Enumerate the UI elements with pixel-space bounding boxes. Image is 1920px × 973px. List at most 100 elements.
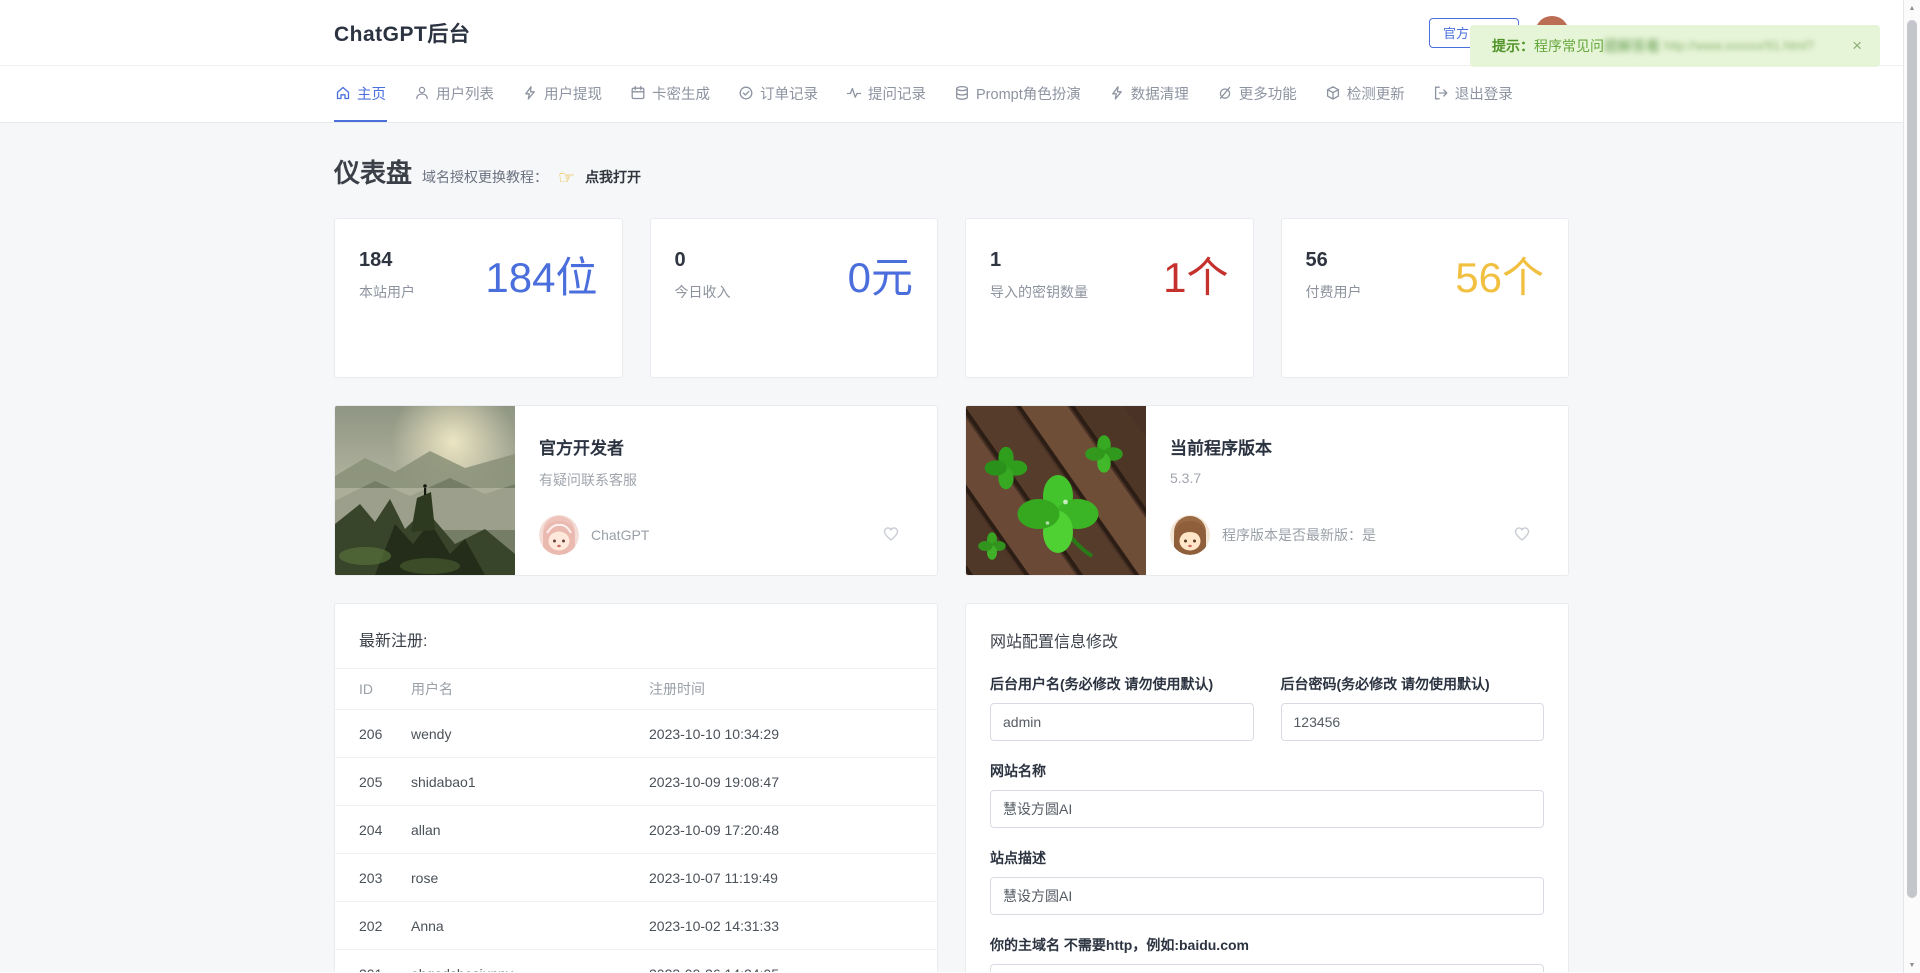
form-title: 网站配置信息修改 <box>990 628 1544 652</box>
version-card-body: 当前程序版本 5.3.7 <box>1146 406 1568 575</box>
nav-item-logout[interactable]: 退出登录 <box>1432 66 1514 122</box>
nav-item-orders[interactable]: 订单记录 <box>737 66 819 122</box>
card-icon <box>630 85 646 101</box>
nav-item-user-list[interactable]: 用户列表 <box>413 66 495 122</box>
card-footer: 程序版本是否最新版：是 <box>1170 515 1544 555</box>
stat-card-today-income: 0 今日收入 0元 <box>650 218 939 378</box>
nav-label: 卡密生成 <box>652 83 710 104</box>
site-config-card: 网站配置信息修改 后台用户名(务必修改 请勿使用默认) 后台密码(务必修改 请勿… <box>965 603 1569 972</box>
cell-username: wendy <box>411 726 649 742</box>
tutorial-link[interactable]: 点我打开 <box>585 167 641 187</box>
cell-username: Anna <box>411 918 649 934</box>
card-subtitle: 有疑问联系客服 <box>539 470 913 490</box>
site-name-label: 网站名称 <box>990 761 1544 781</box>
app-title: ChatGPT后台 <box>334 18 470 48</box>
nav-item-prompt-roleplay[interactable]: Prompt角色扮演 <box>953 66 1082 122</box>
card-title: 官方开发者 <box>539 434 913 459</box>
cell-username: shidabao1 <box>411 774 649 790</box>
pointing-hand-icon: ☞ <box>558 167 575 190</box>
site-name-input[interactable] <box>990 790 1544 828</box>
bottom-section: 最新注册: ID 用户名 注册时间 206 wendy 2023-10-10 1… <box>334 603 1569 972</box>
nav-label: Prompt角色扮演 <box>976 83 1081 104</box>
cell-username: rose <box>411 870 649 886</box>
table-row: 205 shidabao1 2023-10-09 19:08:47 <box>335 758 937 806</box>
toast-prefix: 提示： <box>1492 36 1534 56</box>
page-scrollbar: ▲ ▼ <box>1903 0 1920 973</box>
check-circle-icon <box>738 85 754 101</box>
developer-card-body: 官方开发者 有疑问联系客服 <box>515 406 937 575</box>
clover-photo <box>966 406 1146 575</box>
toast-message: 程序常见问 <box>1534 36 1604 56</box>
nav-label: 订单记录 <box>760 83 818 104</box>
cell-id: 201 <box>359 966 411 973</box>
heart-outline-icon[interactable] <box>881 523 901 548</box>
card-title: 当前程序版本 <box>1170 434 1544 459</box>
nav-item-check-update[interactable]: 检测更新 <box>1324 66 1406 122</box>
nav-label: 提问记录 <box>868 83 926 104</box>
stat-value: 56个 <box>1455 255 1544 301</box>
admin-username-label: 后台用户名(务必修改 请勿使用默认) <box>990 674 1254 694</box>
nav-label: 数据清理 <box>1131 83 1189 104</box>
close-icon[interactable]: × <box>1848 34 1866 58</box>
cell-regtime: 2023-10-09 17:20:48 <box>649 822 913 838</box>
cell-id: 202 <box>359 918 411 934</box>
info-cards: 官方开发者 有疑问联系客服 <box>334 405 1569 576</box>
cell-regtime: 2023-10-07 11:19:49 <box>649 870 913 886</box>
heart-outline-icon[interactable] <box>1512 523 1532 548</box>
cell-username: allan <box>411 822 649 838</box>
table-title: 最新注册: <box>335 604 937 668</box>
nav-item-more-features[interactable]: 更多功能 <box>1216 66 1298 122</box>
database-icon <box>954 85 970 101</box>
nav-label: 用户列表 <box>436 83 494 104</box>
nav-label: 退出登录 <box>1455 83 1513 104</box>
logout-icon <box>1433 85 1449 101</box>
nav-label: 更多功能 <box>1239 83 1297 104</box>
nav-label: 用户提现 <box>544 83 602 104</box>
latest-registrations-card: 最新注册: ID 用户名 注册时间 206 wendy 2023-10-10 1… <box>334 603 938 972</box>
author-name: ChatGPT <box>591 527 649 543</box>
cell-regtime: 2023-10-10 10:34:29 <box>649 726 913 742</box>
activity-icon <box>846 85 862 101</box>
developer-avatar <box>539 515 579 555</box>
table-row: 206 wendy 2023-10-10 10:34:29 <box>335 710 937 758</box>
table-row: 201 ohgodshesjunny 2023-09-26 14:24:05 <box>335 950 937 972</box>
main-nav: 主页 用户列表 用户提现 卡密生成 订单记录 提问记录 <box>0 66 1903 123</box>
bolt-icon <box>1109 85 1125 101</box>
cell-id: 203 <box>359 870 411 886</box>
dashboard-header: 仪表盘 域名授权更换教程： ☞ 点我打开 <box>334 153 1569 190</box>
tutorial-label: 域名授权更换教程： <box>422 167 548 187</box>
stat-value: 1个 <box>1163 255 1228 301</box>
table-header-row: ID 用户名 注册时间 <box>335 668 937 710</box>
stat-card-site-users: 184 本站用户 184位 <box>334 218 623 378</box>
stat-card-imported-keys: 1 导入的密钥数量 1个 <box>965 218 1254 378</box>
home-icon <box>335 85 351 101</box>
site-desc-input[interactable] <box>990 877 1544 915</box>
nav-item-withdraw[interactable]: 用户提现 <box>521 66 603 122</box>
scrollbar-thumb[interactable] <box>1907 20 1917 898</box>
scroll-down-icon[interactable]: ▼ <box>1904 957 1920 973</box>
user-icon <box>414 85 430 101</box>
slash-circle-icon <box>1217 85 1233 101</box>
cell-regtime: 2023-09-26 14:24:05 <box>649 966 913 973</box>
nav-item-home[interactable]: 主页 <box>334 66 387 122</box>
toast-redacted-link: http://www.xxxxxx/91.html? <box>1664 39 1814 53</box>
main-content: 仪表盘 域名授权更换教程： ☞ 点我打开 184 本站用户 184位 0 今日收… <box>0 123 1903 972</box>
box-icon <box>1325 85 1341 101</box>
admin-password-input[interactable] <box>1281 703 1545 741</box>
nav-item-data-clean[interactable]: 数据清理 <box>1108 66 1190 122</box>
nav-item-questions[interactable]: 提问记录 <box>845 66 927 122</box>
cell-id: 204 <box>359 822 411 838</box>
nav-item-card-keys[interactable]: 卡密生成 <box>629 66 711 122</box>
admin-username-input[interactable] <box>990 703 1254 741</box>
version-status: 程序版本是否最新版：是 <box>1222 525 1376 545</box>
mountain-photo <box>335 406 515 575</box>
card-footer: ChatGPT <box>539 515 913 555</box>
domain-input[interactable] <box>990 964 1544 972</box>
cell-id: 205 <box>359 774 411 790</box>
bolt-icon <box>522 85 538 101</box>
scroll-up-icon[interactable]: ▲ <box>1904 0 1920 16</box>
table-row: 203 rose 2023-10-07 11:19:49 <box>335 854 937 902</box>
column-header-id: ID <box>359 681 411 697</box>
stat-cards: 184 本站用户 184位 0 今日收入 0元 1 导入的密钥数量 1个 56 … <box>334 218 1569 378</box>
table-row: 204 allan 2023-10-09 17:20:48 <box>335 806 937 854</box>
